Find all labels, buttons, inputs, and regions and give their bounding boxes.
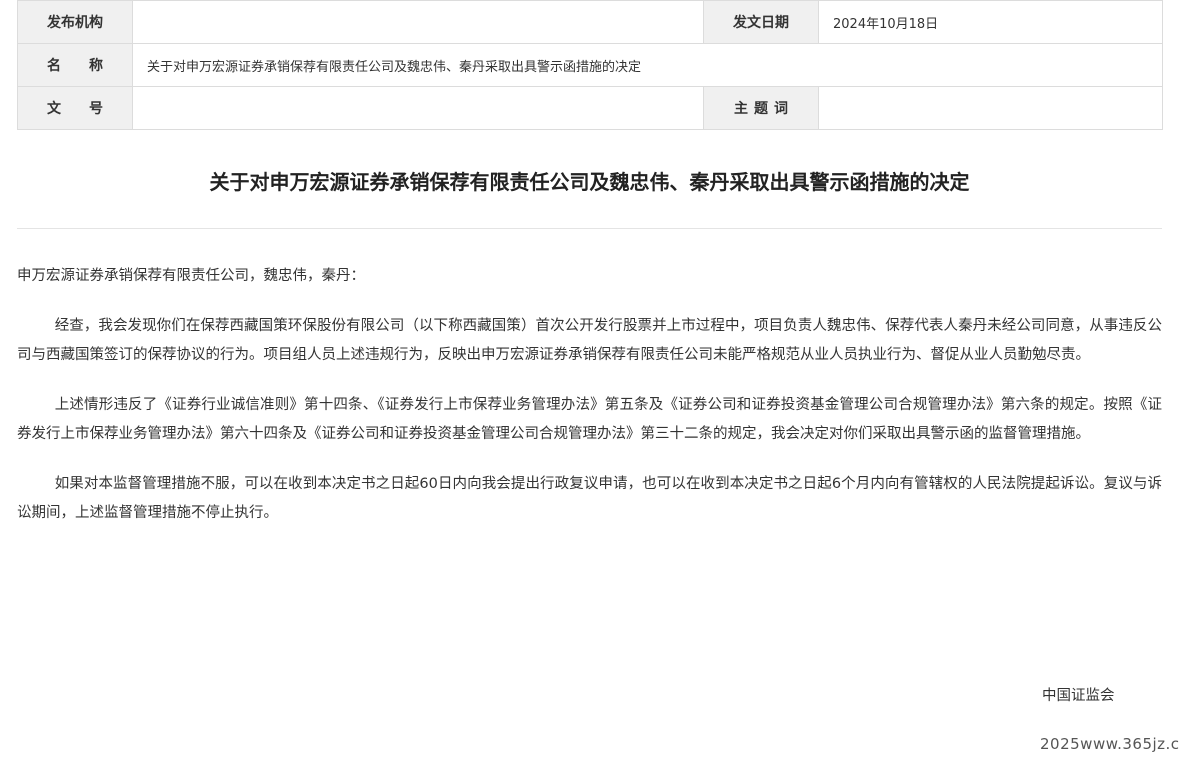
body-paragraph-1: 经查，我会发现你们在保荐西藏国策环保股份有限公司（以下称西藏国策）首次公开发行股… <box>17 318 1162 363</box>
addressee: 申万宏源证券承销保荐有限责任公司，魏忠伟，秦丹： <box>17 268 365 284</box>
meta-row-docno: 文号 主题词 <box>17 86 1163 130</box>
meta-row-publisher: 发布机构 发文日期 2024年10月18日 <box>17 0 1163 44</box>
document-body: 申万宏源证券承销保荐有限责任公司，魏忠伟，秦丹： 经查，我会发现你们在保荐西藏国… <box>17 262 1162 549</box>
site-watermark: 2025www.365jz.com <box>1040 735 1179 753</box>
document-metadata-table: 发布机构 发文日期 2024年10月18日 名称 关于对申万宏源证券承销保荐有限… <box>17 0 1163 130</box>
name-label: 名称 <box>17 43 133 87</box>
body-paragraph-2: 上述情形违反了《证券行业诚信准则》第十四条、《证券发行上市保荐业务管理办法》第五… <box>17 397 1162 442</box>
keyword-value <box>818 86 1163 130</box>
name-value: 关于对申万宏源证券承销保荐有限责任公司及魏忠伟、秦丹采取出具警示函措施的决定 <box>132 43 1163 87</box>
body-paragraph-3: 如果对本监督管理措施不服，可以在收到本决定书之日起60日内向我会提出行政复议申请… <box>17 476 1162 521</box>
keyword-label: 主题词 <box>703 86 819 130</box>
publisher-label: 发布机构 <box>17 0 133 44</box>
docno-value <box>132 86 704 130</box>
date-value: 2024年10月18日 <box>818 0 1163 44</box>
publisher-value <box>132 0 704 44</box>
date-label: 发文日期 <box>703 0 819 44</box>
docno-label: 文号 <box>17 86 133 130</box>
meta-row-name: 名称 关于对申万宏源证券承销保荐有限责任公司及魏忠伟、秦丹采取出具警示函措施的决… <box>17 43 1163 87</box>
title-divider <box>17 228 1162 229</box>
document-title: 关于对申万宏源证券承销保荐有限责任公司及魏忠伟、秦丹采取出具警示函措施的决定 <box>209 170 970 194</box>
issuer-signature: 中国证监会 <box>1042 688 1115 704</box>
